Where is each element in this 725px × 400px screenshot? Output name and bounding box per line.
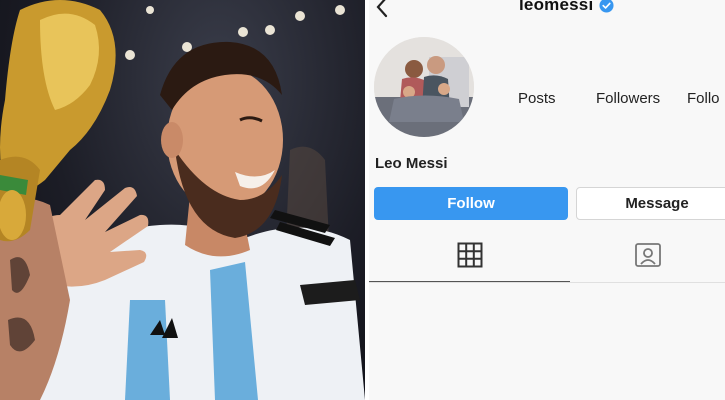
username: leomessi — [519, 0, 594, 14]
followers-stat-label[interactable]: Followers — [596, 90, 660, 107]
message-button[interactable]: Message — [576, 187, 725, 220]
posts-stat-label[interactable]: Posts — [518, 90, 556, 107]
grid-icon — [457, 242, 482, 268]
tagged-icon — [634, 243, 661, 267]
instagram-profile-panel: leomessi Posts Followers Follo Leo Messi… — [369, 0, 725, 400]
tab-tagged[interactable] — [570, 230, 725, 280]
verified-badge-icon — [599, 0, 614, 13]
messi-trophy-photo — [0, 0, 365, 400]
tab-posts-grid[interactable] — [369, 230, 570, 280]
world-cup-trophy — [0, 0, 116, 242]
profile-avatar[interactable] — [374, 37, 474, 137]
profile-header: leomessi — [519, 0, 614, 15]
following-stat-label[interactable]: Follo — [687, 90, 720, 107]
profile-display-name: Leo Messi — [375, 155, 448, 172]
back-arrow-icon[interactable] — [373, 0, 391, 18]
posts-feed-empty — [369, 283, 725, 400]
follow-button[interactable]: Follow — [374, 187, 568, 220]
photo-illustration — [0, 0, 365, 400]
